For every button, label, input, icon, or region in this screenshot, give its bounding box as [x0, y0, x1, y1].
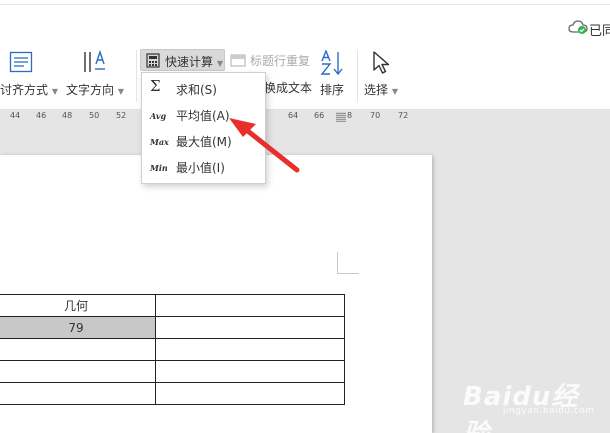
text-direction-button[interactable]: 文字方向 ▼	[62, 44, 132, 104]
margin-corner-mark	[337, 252, 359, 274]
ruler-tick: 8	[347, 111, 353, 120]
divider	[357, 50, 358, 102]
quick-calc-button[interactable]: 快速计算 ▼	[140, 49, 225, 71]
table-cell[interactable]	[155, 360, 345, 383]
divider	[136, 50, 137, 102]
text-direction-label: 文字方向	[66, 83, 115, 97]
table-cell-selected[interactable]: 79	[0, 316, 156, 339]
sort-button[interactable]: 排序	[316, 44, 350, 104]
align-button[interactable]: 讨齐方式 ▼	[0, 44, 58, 104]
ruler-tick: 66	[314, 111, 325, 120]
table-row	[0, 338, 345, 361]
chevron-down-icon: ▼	[216, 59, 223, 68]
document-page[interactable]: 几何 79	[0, 155, 432, 433]
sync-status-label: 已同	[589, 24, 610, 39]
select-button[interactable]: 选择 ▼	[362, 44, 402, 104]
watermark-text: Baidu经验	[463, 382, 579, 433]
menu-item-min[interactable]: Min 最小值(I)	[142, 154, 265, 180]
menu-item-sum[interactable]: Σ 求和(S)	[142, 76, 265, 102]
title-bar: 已同	[0, 0, 610, 44]
sort-icon	[320, 50, 343, 76]
menu-item-max[interactable]: Max 最大值(M)	[142, 128, 265, 154]
ruler-tick: 64	[288, 111, 299, 120]
title-row-repeat-label: 标题行重复	[250, 54, 311, 68]
convert-to-text-label: 换成文本	[264, 81, 313, 95]
menu-item-label: 平均值(A)	[176, 109, 230, 123]
chevron-down-icon: ▼	[51, 87, 58, 96]
quick-calc-menu: Σ 求和(S) Avg 平均值(A) Max 最大值(M) Min 最小值(I)	[141, 72, 266, 184]
title-repeat-icon	[230, 54, 246, 67]
table-row	[0, 382, 345, 405]
sigma-icon: Σ	[150, 77, 161, 95]
table-cell[interactable]	[0, 338, 156, 361]
table-cell[interactable]	[155, 338, 345, 361]
min-icon: Min	[150, 163, 168, 173]
convert-to-text-button[interactable]: 换成文本	[264, 79, 312, 96]
ruler-tick: 48	[62, 111, 73, 120]
data-table[interactable]: 几何 79	[0, 294, 345, 405]
chevron-down-icon: ▼	[117, 87, 124, 96]
table-row	[0, 360, 345, 383]
avg-icon: Avg	[150, 111, 167, 121]
ruler-tick: 52	[116, 111, 127, 120]
watermark-subtext: jingyan.baidu.com	[503, 406, 595, 416]
table-cell[interactable]	[155, 382, 345, 405]
ruler-tick: 70	[370, 111, 381, 120]
baidu-watermark: Baidu经验 jingyan.baidu.com	[463, 368, 603, 433]
horizontal-ruler: 44 46 48 50 52 64 66 8 70 72	[0, 110, 610, 125]
table-cell[interactable]	[0, 382, 156, 405]
cursor-arrow-icon	[373, 51, 390, 74]
menu-item-label: 最大值(M)	[176, 135, 232, 149]
cloud-sync-icon[interactable]	[568, 19, 590, 35]
text-direction-icon	[84, 49, 105, 72]
table-cell[interactable]	[0, 360, 156, 383]
ruler-tick: 50	[89, 111, 100, 120]
chevron-down-icon: ▼	[391, 87, 398, 96]
ruler-tick: 46	[36, 111, 47, 120]
table-row: 几何	[0, 294, 345, 317]
table-cell[interactable]: 几何	[0, 294, 156, 317]
select-label: 选择	[364, 83, 389, 97]
calculator-icon	[146, 53, 160, 68]
table-cell[interactable]	[155, 316, 345, 339]
sort-label: 排序	[320, 83, 345, 97]
ruler-tick: 44	[10, 111, 21, 120]
table-row: 79	[0, 316, 345, 339]
align-icon	[9, 51, 33, 73]
align-label: 讨齐方式	[0, 83, 49, 97]
ruler-column-marker[interactable]	[336, 112, 346, 122]
menu-item-label: 求和(S)	[176, 83, 217, 97]
divider	[0, 4, 610, 5]
menu-item-average[interactable]: Avg 平均值(A)	[142, 102, 265, 128]
max-icon: Max	[150, 137, 169, 147]
menu-item-label: 最小值(I)	[176, 161, 225, 175]
table-cell[interactable]	[155, 294, 345, 317]
ruler-tick: 72	[398, 111, 409, 120]
quick-calc-label: 快速计算	[165, 55, 214, 69]
